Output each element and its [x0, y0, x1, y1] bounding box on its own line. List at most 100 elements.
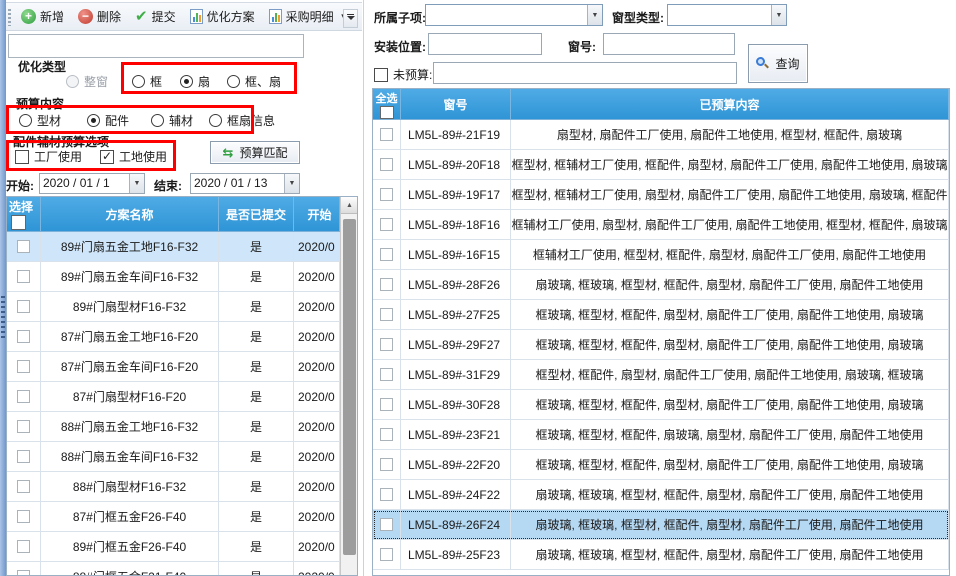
header-budgeted-content[interactable]: 已预算内容 [511, 89, 949, 119]
table-row[interactable]: 88#门框五金F21-F40是2020/0 [7, 562, 341, 575]
table-row[interactable]: 89#门扇型材F16-F32是2020/0 [7, 292, 341, 322]
header-start[interactable]: 开始 [294, 197, 340, 231]
optimize-plan-button[interactable]: 优化方案 [185, 5, 260, 28]
row-select-cell [7, 442, 41, 471]
header-plan-name[interactable]: 方案名称 [41, 197, 219, 231]
factory-use-checkbox[interactable]: 工厂使用 [15, 148, 82, 165]
row-checkbox[interactable] [17, 360, 30, 373]
window-panel: 所属子项: ▼ 窗型类型: ▼ 安装位置: 窗号: 查询 未预算: 全选 [372, 0, 956, 576]
end-date-picker[interactable]: 2020 / 01 / 13 ▼ [190, 173, 300, 194]
row-checkbox[interactable] [17, 390, 30, 403]
row-checkbox[interactable] [380, 338, 393, 351]
row-checkbox[interactable] [380, 248, 393, 261]
table-row[interactable]: LM5L-89#-22F20框玻璃, 框型材, 框配件, 扇型材, 扇配件工厂使… [373, 450, 949, 480]
row-checkbox[interactable] [17, 240, 30, 253]
row-checkbox[interactable] [17, 570, 30, 575]
table-row[interactable]: LM5L-89#-19F17框型材, 框辅材工厂使用, 扇型材, 扇配件工厂使用… [373, 180, 949, 210]
table-row[interactable]: LM5L-89#-26F24扇玻璃, 框玻璃, 框型材, 框配件, 扇型材, 扇… [373, 510, 949, 540]
row-checkbox[interactable] [380, 458, 393, 471]
header-submitted[interactable]: 是否已提交 [219, 197, 294, 231]
table-row[interactable]: LM5L-89#-27F25框玻璃, 框型材, 框配件, 扇型材, 扇配件工厂使… [373, 300, 949, 330]
window-no-input[interactable] [603, 33, 735, 55]
row-checkbox[interactable] [17, 330, 30, 343]
row-checkbox[interactable] [380, 428, 393, 441]
row-checkbox[interactable] [17, 420, 30, 433]
row-checkbox[interactable] [380, 398, 393, 411]
install-position-input[interactable] [428, 33, 542, 55]
budget-match-button[interactable]: ⇆ 预算匹配 [210, 141, 300, 164]
table-row[interactable]: 88#门扇五金车间F16-F32是2020/0 [7, 442, 341, 472]
radio-frame-sash[interactable]: 框、扇 [227, 73, 281, 90]
window-type-dropdown[interactable]: ▼ [667, 4, 787, 26]
scroll-up-icon[interactable]: ▲ [341, 197, 358, 214]
dropdown-arrow-icon[interactable]: ▼ [771, 5, 786, 25]
table-row[interactable]: LM5L-89#-20F18框型材, 框辅材工厂使用, 框配件, 扇型材, 扇配… [373, 150, 949, 180]
table-row[interactable]: LM5L-89#-29F27框玻璃, 框型材, 框配件, 扇型材, 扇配件工厂使… [373, 330, 949, 360]
table-row[interactable]: 87#门框五金F26-F40是2020/0 [7, 502, 341, 532]
row-checkbox[interactable] [380, 218, 393, 231]
row-checkbox[interactable] [380, 548, 393, 561]
row-checkbox[interactable] [380, 488, 393, 501]
table-row[interactable]: 89#门扇五金车间F16-F32是2020/0 [7, 262, 341, 292]
select-all-checkbox[interactable] [380, 106, 394, 119]
scrollbar-thumb[interactable] [343, 219, 356, 555]
dropdown-arrow-icon[interactable]: ▼ [129, 174, 144, 193]
report-icon [269, 9, 282, 24]
table-row[interactable]: 87#门扇五金车间F16-F20是2020/0 [7, 352, 341, 382]
sub-item-label: 所属子项: [374, 9, 426, 26]
row-checkbox[interactable] [17, 510, 30, 523]
header-window-no[interactable]: 窗号 [401, 89, 511, 119]
row-checkbox[interactable] [17, 480, 30, 493]
radio-sash[interactable]: 扇 [180, 73, 210, 90]
row-checkbox[interactable] [380, 308, 393, 321]
table-row[interactable]: LM5L-89#-23F21框玻璃, 框型材, 框配件, 扇玻璃, 扇型材, 扇… [373, 420, 949, 450]
delete-button[interactable]: − 删除 [73, 5, 126, 28]
row-checkbox[interactable] [380, 278, 393, 291]
row-checkbox[interactable] [380, 158, 393, 171]
table-row[interactable]: 89#门扇五金工地F16-F32是2020/0 [7, 232, 341, 262]
table-row[interactable]: 87#门扇型材F16-F20是2020/0 [7, 382, 341, 412]
end-date-value: 2020 / 01 / 13 [191, 174, 284, 193]
row-checkbox[interactable] [17, 540, 30, 553]
query-button[interactable]: 查询 [748, 44, 808, 83]
radio-frame-sash-info[interactable]: 框扇信息 [209, 112, 275, 129]
table-row[interactable]: LM5L-89#-18F16框辅材工厂使用, 扇型材, 扇配件工厂使用, 扇配件… [373, 210, 949, 240]
table-row[interactable]: 88#门扇五金工地F16-F32是2020/0 [7, 412, 341, 442]
table-row[interactable]: LM5L-89#-30F28框玻璃, 框型材, 框配件, 扇型材, 扇配件工厂使… [373, 390, 949, 420]
plan-table-scrollbar[interactable]: ▲ [340, 197, 357, 575]
toolbar-overflow-button[interactable] [343, 9, 358, 28]
table-row[interactable]: LM5L-89#-24F22扇玻璃, 框玻璃, 框型材, 框配件, 扇型材, 扇… [373, 480, 949, 510]
table-row[interactable]: LM5L-89#-16F15框辅材工厂使用, 框型材, 框配件, 扇型材, 扇配… [373, 240, 949, 270]
row-checkbox[interactable] [380, 368, 393, 381]
radio-auxiliary[interactable]: 辅材 [151, 112, 193, 129]
table-row[interactable]: 89#门框五金F26-F40是2020/0 [7, 532, 341, 562]
radio-frame[interactable]: 框 [132, 73, 162, 90]
radio-fitting[interactable]: 配件 [87, 112, 129, 129]
row-checkbox[interactable] [17, 300, 30, 313]
table-row[interactable]: LM5L-89#-25F23扇玻璃, 框玻璃, 框型材, 框配件, 扇型材, 扇… [373, 540, 949, 570]
no-budget-input[interactable] [433, 62, 737, 84]
add-button[interactable]: + 新增 [16, 5, 69, 28]
no-budget-checkbox[interactable]: 未预算: [374, 66, 432, 83]
plan-filter-input[interactable] [8, 34, 304, 58]
select-all-checkbox[interactable] [11, 215, 26, 230]
table-row[interactable]: LM5L-89#-31F29框型材, 框配件, 扇型材, 扇配件工厂使用, 扇配… [373, 360, 949, 390]
table-row[interactable]: 88#门扇型材F16-F32是2020/0 [7, 472, 341, 502]
table-row[interactable]: LM5L-89#-28F26扇玻璃, 框玻璃, 框型材, 框配件, 扇型材, 扇… [373, 270, 949, 300]
table-row[interactable]: 87#门扇五金工地F16-F20是2020/0 [7, 322, 341, 352]
radio-whole-window[interactable]: 整窗 [66, 73, 108, 90]
radio-profile[interactable]: 型材 [19, 112, 61, 129]
dropdown-arrow-icon[interactable]: ▼ [587, 5, 602, 25]
row-checkbox[interactable] [17, 450, 30, 463]
row-checkbox[interactable] [17, 270, 30, 283]
row-checkbox[interactable] [380, 518, 393, 531]
submit-button[interactable]: ✔ 提交 [130, 5, 181, 28]
purchase-detail-button[interactable]: 采购明细 ▼ [264, 5, 353, 28]
row-checkbox[interactable] [380, 188, 393, 201]
start-date-picker[interactable]: 2020 / 01 / 1 ▼ [39, 173, 145, 194]
sub-item-dropdown[interactable]: ▼ [425, 4, 603, 26]
table-row[interactable]: LM5L-89#-21F19扇型材, 扇配件工厂使用, 扇配件工地使用, 框型材… [373, 120, 949, 150]
row-checkbox[interactable] [380, 128, 393, 141]
dropdown-arrow-icon[interactable]: ▼ [284, 174, 299, 193]
site-use-checkbox[interactable]: 工地使用 [100, 148, 167, 165]
